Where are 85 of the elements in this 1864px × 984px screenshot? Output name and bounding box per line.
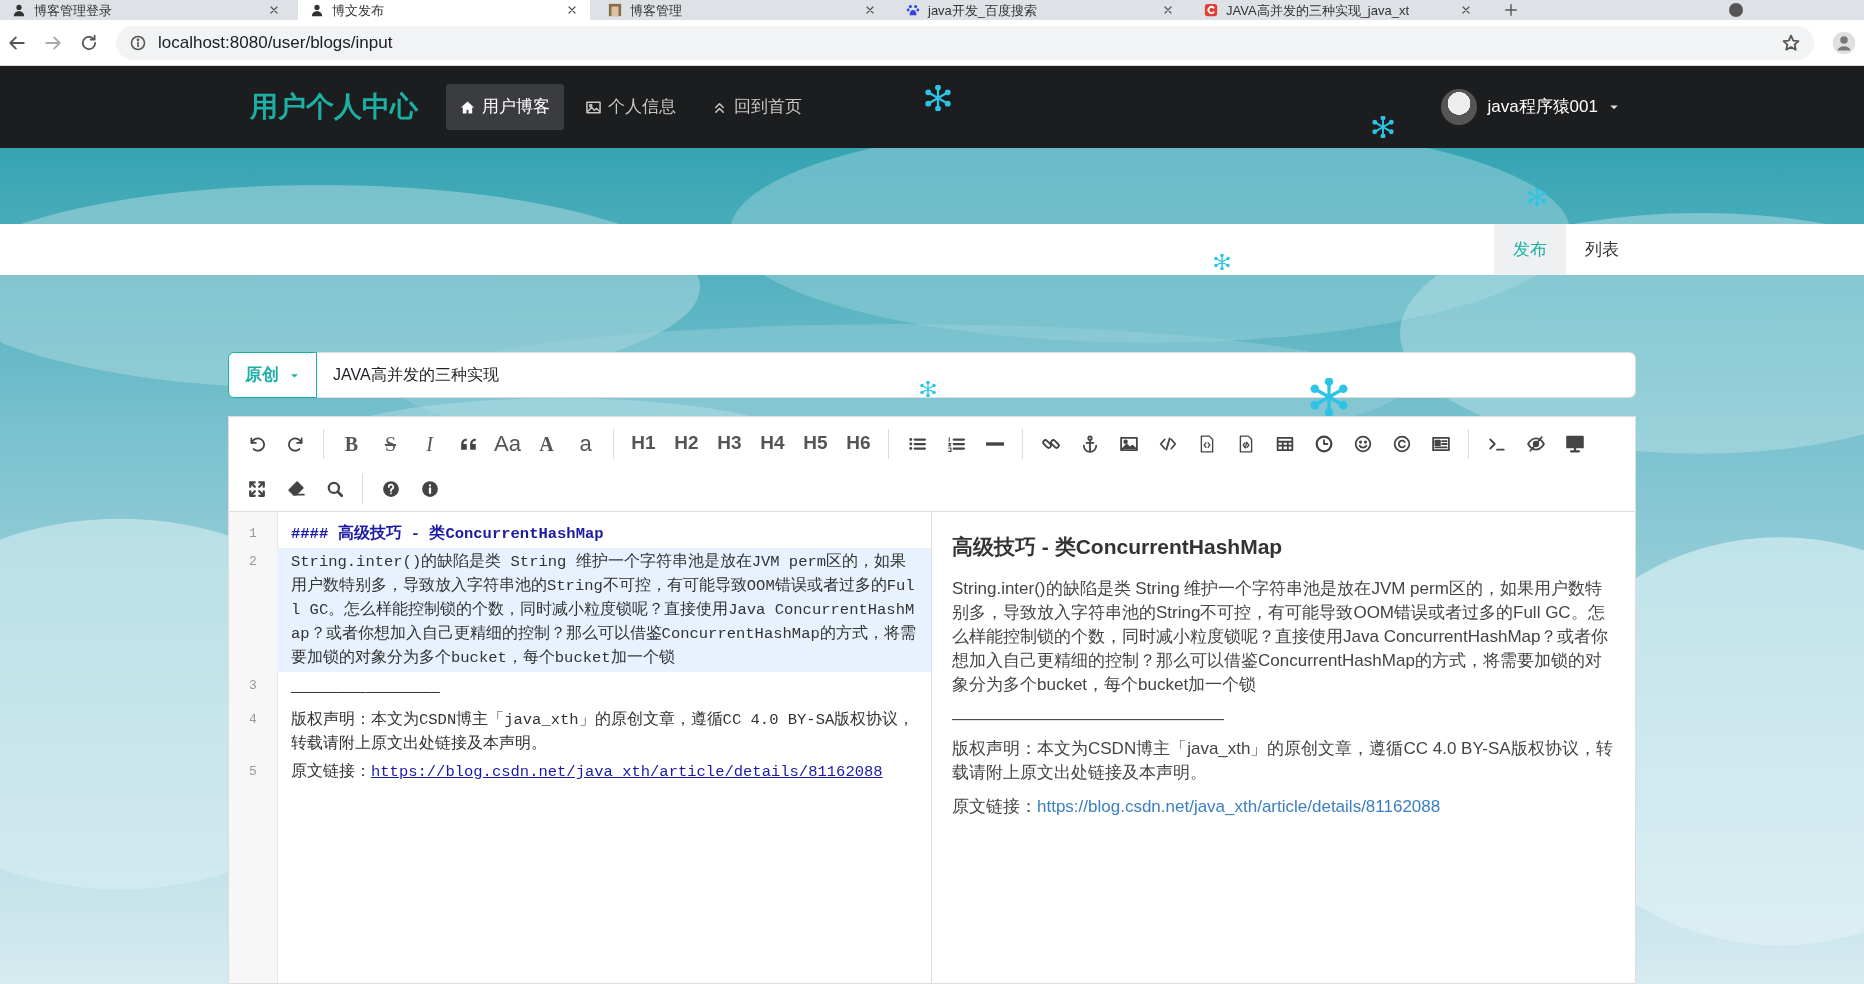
star-icon xyxy=(1782,33,1800,52)
browser-tab[interactable]: 博文发布 xyxy=(298,0,590,20)
person-icon xyxy=(310,3,324,17)
nav-link[interactable]: 个人信息 xyxy=(572,84,690,130)
info-icon xyxy=(130,34,146,51)
smile-icon xyxy=(1353,434,1372,453)
profile-icon xyxy=(1832,30,1856,55)
code-line: ———————————————— xyxy=(290,682,441,703)
person-icon xyxy=(12,3,26,17)
heading-button[interactable]: H5 xyxy=(794,425,837,462)
browser-tab[interactable]: java开发_百度搜索 xyxy=(894,0,1186,20)
nav-link[interactable]: 回到首页 xyxy=(698,84,816,130)
address-bar[interactable]: localhost:8080/user/blogs/input xyxy=(116,25,1814,60)
line-number: 2 xyxy=(248,553,258,571)
browser-tab[interactable]: 博客管理登录 xyxy=(0,0,292,20)
snowflake-icon xyxy=(1214,254,1230,270)
eraser-icon xyxy=(286,479,305,498)
line-number: 5 xyxy=(248,763,258,781)
bold-button[interactable]: B xyxy=(332,425,371,462)
code-text: 原文链接： xyxy=(291,763,371,781)
line-number: 1 xyxy=(248,525,258,543)
home-icon xyxy=(460,99,475,115)
plus-icon xyxy=(1504,3,1518,17)
info-icon xyxy=(420,479,439,498)
line-number: 3 xyxy=(248,677,258,695)
brand-title: 用户个人中心 xyxy=(250,90,418,124)
snowflake-icon xyxy=(1372,116,1394,138)
font-button[interactable]: Aa xyxy=(488,425,527,462)
question-icon xyxy=(381,479,400,498)
close-icon xyxy=(864,4,876,16)
heading-button[interactable]: H4 xyxy=(751,425,794,462)
browser-tab[interactable]: JAVA高并发的三种实现_java_xt xyxy=(1192,0,1484,20)
numbered-list-icon xyxy=(946,434,965,453)
tab[interactable]: 列表 xyxy=(1566,224,1638,275)
snowflake-icon xyxy=(1528,188,1546,206)
copyright-icon xyxy=(1392,434,1411,453)
avatar xyxy=(1441,89,1478,125)
code-line: #### 高级技巧 - 类ConcurrentHashMap xyxy=(290,523,605,545)
title-input[interactable]: JAVA高并发的三种实现 xyxy=(316,352,1636,398)
eye-slash-icon xyxy=(1526,434,1545,453)
italic-button[interactable]: I xyxy=(410,425,449,462)
preview-text: 原文链接： xyxy=(952,797,1037,817)
image-icon xyxy=(586,99,601,115)
nav-link[interactable]: 用户博客 xyxy=(446,84,564,130)
font-button[interactable]: a xyxy=(566,425,605,462)
thumbnail-icon xyxy=(608,3,622,17)
preview-paragraph: 版权声明：本文为CSDN博主「java_xth」的原创文章，遵循CC 4.0 BY-SA版权协议，转载请附上原文出处链接及本声明。 xyxy=(952,738,1614,785)
redo-icon xyxy=(286,434,305,453)
undo-icon xyxy=(247,434,266,453)
heading-button[interactable]: H3 xyxy=(708,425,751,462)
heading-button[interactable]: H2 xyxy=(665,425,708,462)
expand-icon xyxy=(247,479,266,498)
desktop-icon xyxy=(1565,434,1584,453)
font-button[interactable]: A xyxy=(527,425,566,462)
link[interactable]: https://blog.csdn.net/java_xth/article/details/81162088 xyxy=(1037,797,1441,817)
anchor-icon xyxy=(1080,434,1099,453)
rule-text: ———————————————— xyxy=(952,708,1225,731)
heading-button[interactable]: H6 xyxy=(837,425,880,462)
close-icon xyxy=(566,4,578,16)
url-text: localhost:8080/user/blogs/input xyxy=(158,31,393,54)
close-icon xyxy=(268,4,280,16)
snowflake-icon xyxy=(920,381,936,397)
table-icon xyxy=(1275,434,1294,453)
paw-icon xyxy=(906,3,920,17)
link[interactable]: https://blog.csdn.net/java_xth/article/details/81162088 xyxy=(371,763,883,781)
user-menu[interactable]: java程序猿001 xyxy=(1441,89,1620,125)
newspaper-icon xyxy=(1431,434,1450,453)
browser-tab[interactable]: 博客管理 xyxy=(596,0,888,20)
line-number: 4 xyxy=(248,711,258,729)
code-icon xyxy=(1158,434,1177,453)
snowflake-icon xyxy=(925,85,951,111)
preview-paragraph: String.inter()的缺陷是类 String 维护一个字符串池是放在JVM perm区的，如果用户数特别多，导致放入字符串池的String不可控，有可能导致OOM错误或者过多的Full GC。怎么样能控制锁的个数，同时减小粒度锁呢？直接使用Java ConcurrentHashMap？或者你想加入自己更精细的控制？那么可以借鉴ConcurrentHashMap的方式，将需要加锁的对象分为多个bucket，每个bucket加一个锁 xyxy=(952,578,1610,697)
close-icon xyxy=(1460,4,1472,16)
logo-icon xyxy=(1204,3,1218,17)
search-icon xyxy=(325,479,344,498)
close-icon xyxy=(1162,4,1174,16)
clock-icon xyxy=(1314,434,1333,453)
preview-heading: 高级技巧 - 类ConcurrentHashMap xyxy=(952,534,1284,560)
snowflake-icon xyxy=(1310,378,1348,416)
heading-button[interactable]: H1 xyxy=(622,425,665,462)
reload-icon xyxy=(80,33,98,52)
code-line: 版权声明：本文为CSDN博主「java_xth」的原创文章，遵循CC 4.0 BY-SA版权协议，转载请附上原文出处链接及本声明。 xyxy=(290,709,916,755)
circle-icon xyxy=(1728,2,1744,18)
image-icon xyxy=(1119,434,1138,453)
strikethrough-button[interactable]: S xyxy=(371,425,410,462)
